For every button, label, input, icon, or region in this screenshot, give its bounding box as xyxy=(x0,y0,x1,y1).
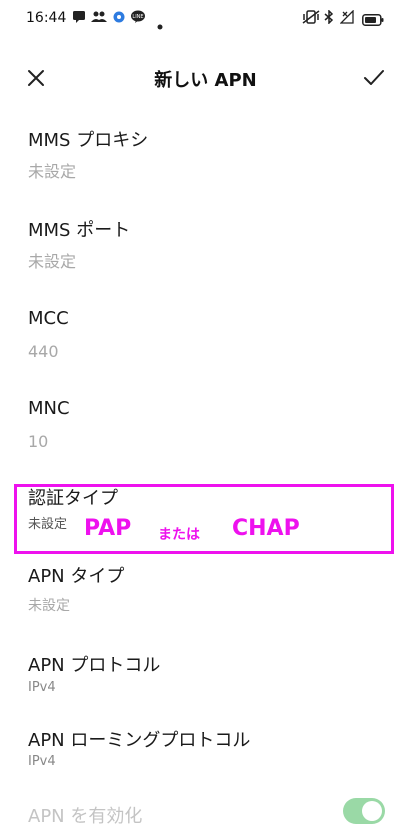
svg-text:LINE: LINE xyxy=(132,14,143,20)
apn-roaming-protocol-value: IPv4 xyxy=(28,754,56,769)
vibrate-icon xyxy=(302,9,320,28)
annotation-pap: PAP xyxy=(84,516,132,541)
annotation-or: または xyxy=(158,527,200,543)
mcc-label: MCC xyxy=(28,308,69,329)
no-signal-icon xyxy=(339,9,354,28)
battery-icon xyxy=(362,11,384,30)
bluetooth-icon xyxy=(324,9,334,28)
setting-apn-protocol[interactable]: APN プロトコル IPv4 xyxy=(0,647,411,707)
setting-mms-port[interactable]: MMS ポート 未設定 xyxy=(0,212,411,282)
apn-protocol-label: APN プロトコル xyxy=(28,655,161,676)
status-time: 16:44 xyxy=(26,10,67,26)
page-title: 新しい APN xyxy=(154,70,257,91)
message-icon xyxy=(72,9,86,28)
settings-gear-icon xyxy=(112,9,126,28)
apn-protocol-value: IPv4 xyxy=(28,680,56,695)
setting-mms-proxy[interactable]: MMS プロキシ 未設定 xyxy=(0,122,411,192)
mms-proxy-label: MMS プロキシ xyxy=(28,130,149,151)
check-icon[interactable] xyxy=(360,64,388,92)
dot-icon xyxy=(157,15,163,34)
mms-port-label: MMS ポート xyxy=(28,220,131,241)
status-bar: 16:44 LINE xyxy=(0,0,411,38)
annotation-chap: CHAP xyxy=(232,516,300,541)
apn-roaming-protocol-label: APN ローミングプロトコル xyxy=(28,730,251,751)
app-bar: 新しい APN xyxy=(0,50,411,104)
apn-type-label: APN タイプ xyxy=(28,566,125,587)
toggle-knob xyxy=(362,801,382,821)
setting-mnc[interactable]: MNC 10 xyxy=(0,394,411,464)
mms-port-value: 未設定 xyxy=(28,252,77,271)
apn-enable-toggle[interactable] xyxy=(343,798,385,824)
apn-type-value: 未設定 xyxy=(28,598,70,614)
setting-apn-type[interactable]: APN タイプ 未設定 xyxy=(0,558,411,628)
group-icon xyxy=(91,9,107,28)
mnc-value: 10 xyxy=(28,432,49,451)
setting-mcc[interactable]: MCC 440 xyxy=(0,304,411,374)
auth-type-highlight-box xyxy=(14,484,394,554)
mcc-value: 440 xyxy=(28,342,59,361)
mnc-label: MNC xyxy=(28,398,70,419)
mms-proxy-value: 未設定 xyxy=(28,162,77,181)
apn-enable-label: APN を有効化 xyxy=(28,806,143,827)
setting-apn-roaming-protocol[interactable]: APN ローミングプロトコル IPv4 xyxy=(0,722,411,782)
line-app-icon: LINE xyxy=(130,9,146,28)
